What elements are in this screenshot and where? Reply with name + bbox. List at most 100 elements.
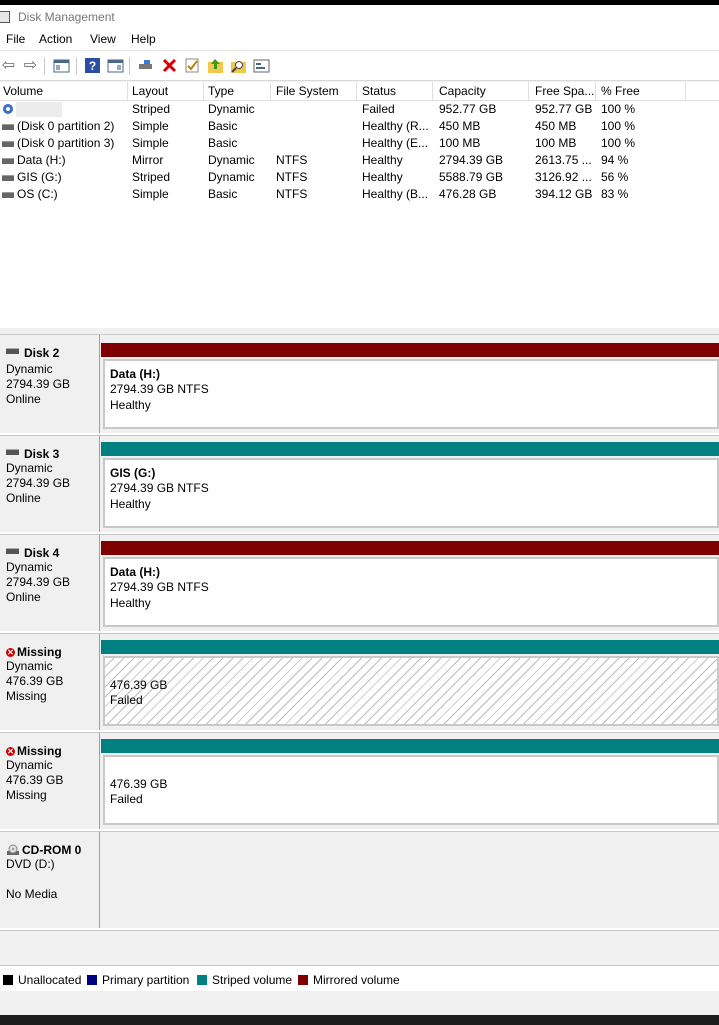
disk-kind: Dynamic	[6, 758, 53, 772]
column-divider[interactable]	[685, 82, 686, 100]
menu-action[interactable]: Action	[39, 32, 72, 46]
disk-row[interactable]: Disk 3 Dynamic 2794.39 GB Online GIS (G:…	[0, 436, 719, 534]
column-header-capacity[interactable]: Capacity	[439, 84, 486, 98]
disk-size: 2794.39 GB	[6, 575, 71, 589]
table-row[interactable]: Data (H:) Mirror Dynamic NTFS Healthy 27…	[0, 152, 719, 169]
cell-volume: Data (H:)	[17, 153, 66, 167]
cell-capacity: 476.28 GB	[439, 187, 497, 201]
disk-name-text: Disk 4	[24, 546, 60, 560]
column-header-status[interactable]: Status	[362, 84, 396, 98]
volume-name: GIS (G:)	[110, 466, 156, 480]
striped-volume-bar	[101, 739, 719, 753]
volume-body[interactable]: GIS (G:) 2794.39 GB NTFS Healthy	[103, 458, 719, 528]
striped-volume-bar	[101, 442, 719, 456]
table-row[interactable]: OS (C:) Simple Basic NTFS Healthy (B... …	[0, 186, 719, 203]
column-divider[interactable]	[595, 82, 596, 100]
properties-icon[interactable]	[107, 57, 124, 74]
column-header-percent-free[interactable]: % Free	[601, 84, 640, 98]
volume-block[interactable]: Data (H:) 2794.39 GB NTFS Healthy	[101, 343, 719, 433]
column-divider[interactable]	[528, 82, 529, 100]
disk-kind: Dynamic	[6, 362, 53, 376]
cdrom-name-text: CD-ROM 0	[22, 843, 82, 857]
volume-status: Healthy	[110, 596, 151, 610]
cell-file-system: NTFS	[276, 187, 308, 201]
volume-icon	[2, 192, 14, 198]
table-row[interactable]: Striped Dynamic Failed 952.77 GB 952.77 …	[0, 101, 719, 118]
disk-row[interactable]: ✕ Missing Dynamic 476.39 GB Missing 476.3…	[0, 733, 719, 831]
disk-label-panel[interactable]: Disk 2 Dynamic 2794.39 GB Online	[0, 335, 100, 433]
cdrom-row[interactable]: CD-ROM 0 DVD (D:) No Media	[0, 832, 719, 930]
delete-icon[interactable]	[161, 57, 178, 74]
up-folder-icon[interactable]	[207, 57, 224, 74]
disk-row[interactable]: Disk 2 Dynamic 2794.39 GB Online Data (H…	[0, 335, 719, 433]
menu-file[interactable]: File	[6, 32, 25, 46]
volume-body[interactable]: 476.39 GB Failed	[103, 755, 719, 825]
show-hide-console-tree-icon[interactable]	[53, 57, 70, 74]
cell-free-space: 394.12 GB	[535, 187, 593, 201]
cell-layout: Striped	[132, 102, 171, 116]
legend-unallocated: Unallocated	[18, 973, 82, 987]
view-icon[interactable]	[253, 57, 270, 74]
volume-status: Failed	[110, 792, 143, 806]
disk-state: Missing	[6, 689, 47, 703]
column-divider[interactable]	[127, 82, 128, 100]
legend-swatch-primary	[87, 975, 97, 985]
volume-block[interactable]: 476.39 GB Failed	[101, 739, 719, 829]
disk-label-panel[interactable]: CD-ROM 0 DVD (D:) No Media	[0, 832, 100, 930]
column-header-type[interactable]: Type	[208, 84, 234, 98]
cell-free-space: 100 MB	[535, 136, 577, 150]
disk-row[interactable]: ✕ Missing Dynamic 476.39 GB Missing 476.3…	[0, 634, 719, 732]
cell-file-system: NTFS	[276, 170, 308, 184]
column-divider[interactable]	[432, 82, 433, 100]
column-divider[interactable]	[203, 82, 204, 100]
legend-mirrored-volume: Mirrored volume	[313, 973, 400, 987]
help-icon[interactable]: ?	[84, 57, 101, 74]
column-header-layout[interactable]: Layout	[132, 84, 168, 98]
volume-size-fs: 2794.39 GB NTFS	[110, 382, 209, 396]
cell-type: Dynamic	[208, 170, 255, 184]
column-divider[interactable]	[270, 82, 271, 100]
striped-volume-bar	[101, 640, 719, 654]
check-icon[interactable]	[184, 57, 201, 74]
volume-body[interactable]: Data (H:) 2794.39 GB NTFS Healthy	[103, 557, 719, 627]
column-divider[interactable]	[356, 82, 357, 100]
search-folder-icon[interactable]	[230, 57, 247, 74]
back-icon[interactable]: ⇦	[0, 57, 17, 74]
cell-status: Healthy	[362, 153, 403, 167]
volume-name: Data (H:)	[110, 367, 160, 381]
disk-label-panel[interactable]: ✕ Missing Dynamic 476.39 GB Missing	[0, 733, 100, 831]
legend-striped-volume: Striped volume	[212, 973, 293, 987]
disk-size: 476.39 GB	[6, 773, 64, 787]
cell-status: Healthy (E...	[362, 136, 429, 150]
cell-percent-free: 100 %	[601, 119, 636, 133]
volume-block[interactable]: GIS (G:) 2794.39 GB NTFS Healthy	[101, 442, 719, 532]
toolbar-separator	[129, 57, 130, 75]
column-header-volume[interactable]: Volume	[3, 84, 43, 98]
volume-block[interactable]: Data (H:) 2794.39 GB NTFS Healthy	[101, 541, 719, 631]
connect-icon[interactable]	[137, 57, 154, 74]
cdrom-kind: DVD (D:)	[6, 857, 55, 871]
forward-icon[interactable]: ⇨	[22, 57, 39, 74]
menu-view[interactable]: View	[90, 32, 116, 46]
cell-file-system: NTFS	[276, 153, 308, 167]
volume-block[interactable]: 476.39 GB Failed	[101, 640, 719, 730]
volume-icon	[2, 158, 14, 164]
pane-splitter[interactable]	[0, 327, 719, 335]
menu-help[interactable]: Help	[131, 32, 156, 46]
volume-body[interactable]: Data (H:) 2794.39 GB NTFS Healthy	[103, 359, 719, 429]
column-header-file-system[interactable]: File System	[276, 84, 339, 98]
disk-row[interactable]: Disk 4 Dynamic 2794.39 GB Online Data (H…	[0, 535, 719, 633]
disk-state: Online	[6, 392, 41, 406]
disk-label-panel[interactable]: ✕ Missing Dynamic 476.39 GB Missing	[0, 634, 100, 732]
table-row[interactable]: (Disk 0 partition 3) Simple Basic Health…	[0, 135, 719, 152]
disk-label-panel[interactable]: Disk 3 Dynamic 2794.39 GB Online	[0, 436, 100, 534]
cell-layout: Mirror	[132, 153, 164, 167]
volume-icon	[2, 175, 14, 181]
table-row[interactable]: GIS (G:) Striped Dynamic NTFS Healthy 55…	[0, 169, 719, 186]
table-row[interactable]: (Disk 0 partition 2) Simple Basic Health…	[0, 118, 719, 135]
volume-body-selected[interactable]: 476.39 GB Failed	[103, 656, 719, 726]
cell-percent-free: 83 %	[601, 187, 629, 201]
disk-label-panel[interactable]: Disk 4 Dynamic 2794.39 GB Online	[0, 535, 100, 633]
disk-size: 2794.39 GB	[6, 377, 71, 391]
column-header-free-space[interactable]: Free Spa...	[535, 84, 594, 98]
